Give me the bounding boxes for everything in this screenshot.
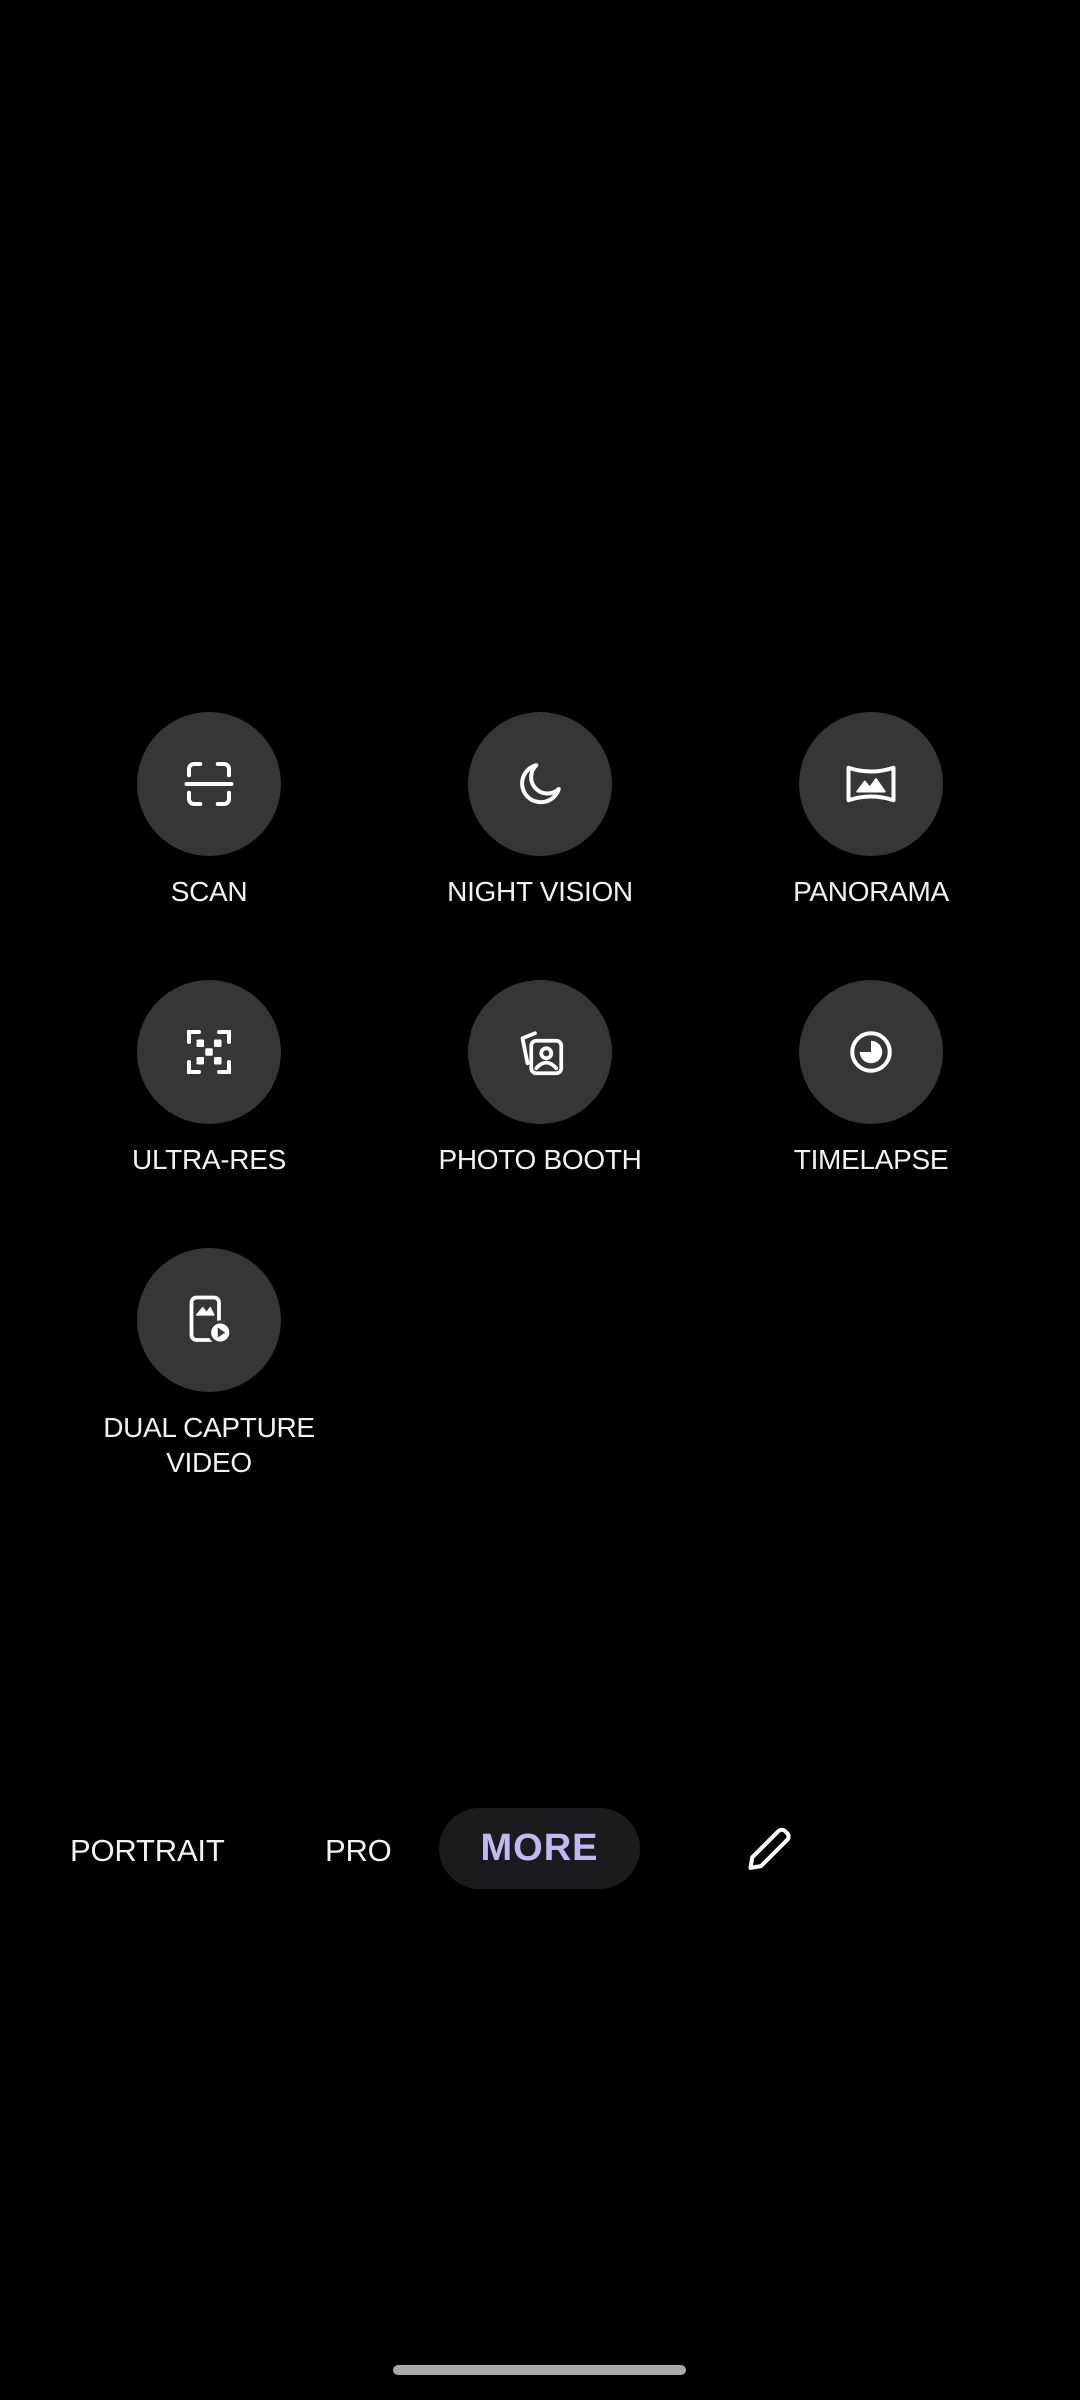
mode-label: TIMELAPSE: [793, 1144, 949, 1175]
mode-label: ULTRA-RES: [132, 1144, 286, 1175]
mode-photo-booth[interactable]: PHOTO BOOTH: [430, 980, 650, 1177]
scan-button[interactable]: [137, 712, 281, 856]
timelapse-icon: [850, 1031, 892, 1073]
edit-modes-button[interactable]: [740, 1820, 796, 1876]
panorama-icon: [846, 765, 896, 803]
dual-capture-video-button[interactable]: [137, 1248, 281, 1392]
mode-panorama[interactable]: PANORAMA: [761, 712, 981, 909]
mode-label: NIGHT VISION: [447, 876, 633, 907]
photo-booth-icon: [520, 1031, 564, 1076]
pencil-icon: [748, 1827, 791, 1870]
panorama-button[interactable]: [799, 712, 943, 856]
mode-dual-capture-video[interactable]: DUAL CAPTURE VIDEO: [99, 1248, 319, 1480]
scan-icon: [184, 762, 234, 806]
mode-bar-item-portrait[interactable]: PORTRAIT: [70, 1833, 225, 1869]
ultra-res-grid-icon: [187, 1030, 231, 1074]
mode-label: DUAL CAPTURE VIDEO: [103, 1412, 315, 1478]
mode-night-vision[interactable]: NIGHT VISION: [430, 712, 650, 909]
mode-bar-selected-label: MORE: [480, 1827, 599, 1869]
mode-label: PHOTO BOOTH: [438, 1144, 642, 1175]
mode-bar-item-pro[interactable]: PRO: [325, 1833, 392, 1869]
home-indicator[interactable]: [393, 2365, 686, 2375]
mode-label: PANORAMA: [793, 876, 949, 907]
dual-capture-video-icon: [189, 1295, 233, 1345]
moon-icon: [520, 763, 561, 805]
mode-bar-item-more[interactable]: MORE: [439, 1808, 640, 1889]
timelapse-button[interactable]: [799, 980, 943, 1124]
photo-booth-button[interactable]: [468, 980, 612, 1124]
mode-timelapse[interactable]: TIMELAPSE: [761, 980, 981, 1177]
mode-ultra-res[interactable]: ULTRA-RES: [99, 980, 319, 1177]
mode-scan[interactable]: SCAN: [99, 712, 319, 909]
ultra-res-button[interactable]: [137, 980, 281, 1124]
night-vision-button[interactable]: [468, 712, 612, 856]
mode-label: SCAN: [170, 876, 248, 907]
